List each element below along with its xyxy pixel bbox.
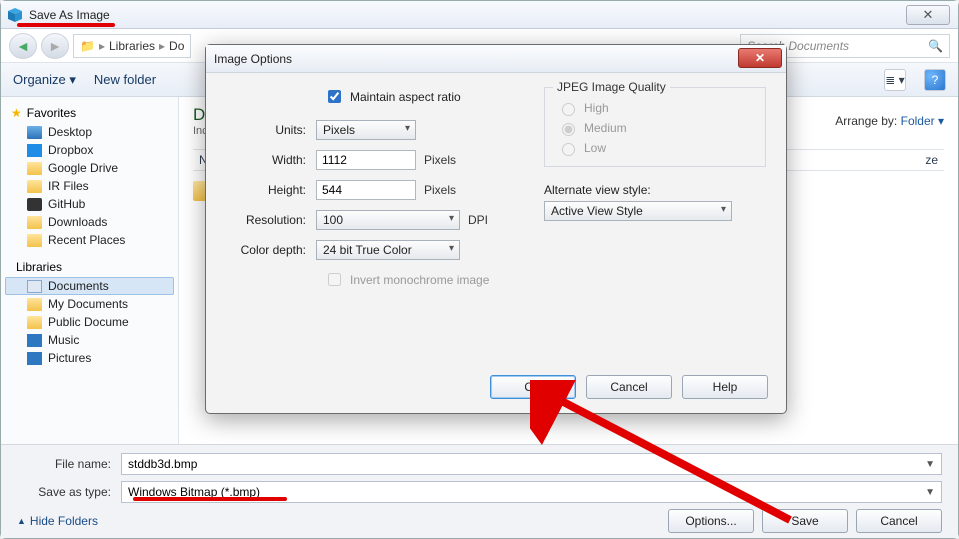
folder-icon — [27, 334, 42, 347]
jpeg-quality-legend: JPEG Image Quality — [553, 80, 670, 94]
annotation-underline-type — [133, 497, 287, 501]
resolution-unit: DPI — [468, 213, 488, 227]
height-unit: Pixels — [424, 183, 456, 197]
close-icon: ✕ — [755, 51, 765, 65]
nav-forward-button[interactable]: ► — [41, 33, 69, 59]
titlebar[interactable]: Save As Image — [1, 1, 958, 29]
sidebar-item[interactable]: Music — [5, 331, 174, 349]
image-options-dialog: Image Options ✕ Maintain aspect ratio Un… — [205, 44, 787, 414]
units-select[interactable]: Pixels — [316, 120, 416, 140]
save-type-label: Save as type: — [17, 485, 121, 499]
height-input[interactable] — [316, 180, 416, 200]
chevron-up-icon: ▲ — [17, 516, 26, 526]
colordepth-select[interactable]: 24 bit True Color — [316, 240, 460, 260]
sidebar-item[interactable]: Public Docume — [5, 313, 174, 331]
jpeg-quality-group: JPEG Image Quality High Medium Low — [544, 87, 766, 167]
options-button[interactable]: Options... — [668, 509, 754, 533]
bottom-panel: File name: stddb3d.bmp▼ Save as type: Wi… — [1, 444, 958, 538]
app-icon — [7, 7, 23, 23]
folder-icon — [27, 162, 42, 175]
dialog-help-button[interactable]: Help — [682, 375, 768, 399]
cancel-button[interactable]: Cancel — [856, 509, 942, 533]
breadcrumb-icon: 📁 — [80, 39, 95, 53]
help-icon[interactable]: ? — [924, 69, 946, 91]
sidebar-item[interactable]: IR Files — [5, 177, 174, 195]
sidebar-item[interactable]: Google Drive — [5, 159, 174, 177]
breadcrumb-item[interactable]: Libraries — [109, 39, 155, 53]
sidebar-item[interactable]: Desktop — [5, 123, 174, 141]
arrow-right-icon: ► — [48, 38, 62, 54]
chevron-down-icon: ▼ — [925, 459, 935, 470]
sidebar-item[interactable]: Recent Places — [5, 231, 174, 249]
folder-icon — [27, 352, 42, 365]
arrow-left-icon: ◄ — [16, 38, 30, 54]
filename-label: File name: — [17, 457, 121, 471]
folder-icon — [27, 198, 42, 211]
folder-icon — [27, 180, 42, 193]
colordepth-label: Color depth: — [226, 243, 316, 257]
sidebar-item[interactable]: GitHub — [5, 195, 174, 213]
jpeg-high-radio: High — [557, 100, 753, 116]
sidebar: ★Favorites DesktopDropboxGoogle DriveIR … — [1, 97, 179, 446]
sidebar-item[interactable]: Downloads — [5, 213, 174, 231]
maintain-aspect-checkbox[interactable]: Maintain aspect ratio — [324, 87, 526, 106]
filename-input[interactable]: stddb3d.bmp▼ — [121, 453, 942, 475]
nav-back-button[interactable]: ◄ — [9, 33, 37, 59]
chevron-down-icon: ▼ — [925, 487, 935, 498]
sidebar-item[interactable]: Documents — [5, 277, 174, 295]
annotation-underline-title — [17, 23, 115, 27]
window-title: Save As Image — [29, 8, 110, 22]
folder-icon — [27, 234, 42, 247]
invert-monochrome-checkbox: Invert monochrome image — [324, 270, 526, 289]
favorites-header[interactable]: ★Favorites — [5, 103, 174, 123]
hide-folders-toggle[interactable]: ▲Hide Folders — [17, 514, 98, 528]
libraries-header[interactable]: Libraries — [5, 257, 174, 277]
dialog-close-button[interactable]: ✕ — [738, 48, 782, 68]
column-size[interactable]: ze — [925, 153, 938, 167]
folder-icon — [27, 216, 42, 229]
altview-select[interactable]: Active View Style — [544, 201, 732, 221]
width-unit: Pixels — [424, 153, 456, 167]
sidebar-item[interactable]: My Documents — [5, 295, 174, 313]
window-close-button[interactable]: ✕ — [906, 5, 950, 25]
arrange-by[interactable]: Arrange by: Folder ▾ — [835, 114, 944, 128]
jpeg-medium-radio: Medium — [557, 120, 753, 136]
resolution-select[interactable]: 100 — [316, 210, 460, 230]
breadcrumb-item[interactable]: Do — [169, 39, 184, 53]
save-button[interactable]: Save — [762, 509, 848, 533]
folder-icon — [27, 126, 42, 139]
altview-label: Alternate view style: — [544, 183, 766, 197]
folder-icon — [27, 316, 42, 329]
search-icon: 🔍 — [928, 39, 943, 53]
units-label: Units: — [226, 123, 316, 137]
ok-button[interactable]: OK — [490, 375, 576, 399]
resolution-label: Resolution: — [226, 213, 316, 227]
jpeg-low-radio: Low — [557, 140, 753, 156]
height-label: Height: — [226, 183, 316, 197]
dialog-cancel-button[interactable]: Cancel — [586, 375, 672, 399]
organize-menu[interactable]: Organize ▾ — [13, 72, 76, 88]
folder-icon — [27, 144, 42, 157]
width-label: Width: — [226, 153, 316, 167]
dialog-title: Image Options — [214, 52, 292, 66]
star-icon: ★ — [11, 106, 22, 120]
width-input[interactable] — [316, 150, 416, 170]
dialog-titlebar[interactable]: Image Options ✕ — [206, 45, 786, 73]
folder-icon — [27, 298, 42, 311]
folder-icon — [27, 280, 42, 293]
sidebar-item[interactable]: Pictures — [5, 349, 174, 367]
new-folder-button[interactable]: New folder — [94, 72, 156, 87]
view-mode-button[interactable]: ≣ ▾ — [884, 69, 906, 91]
sidebar-item[interactable]: Dropbox — [5, 141, 174, 159]
breadcrumb[interactable]: 📁▸ Libraries▸ Do — [73, 34, 191, 58]
